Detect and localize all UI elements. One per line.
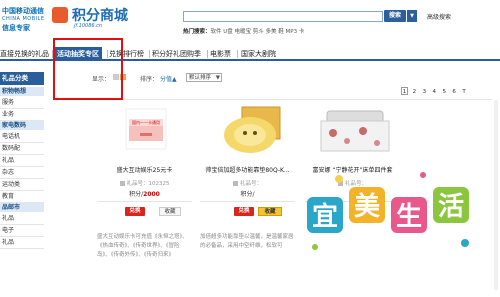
sidebar-item[interactable]: 数码配 — [0, 143, 44, 155]
sort-by-points[interactable]: 分值▲ — [160, 74, 177, 83]
hot-search: 热门搜索：软件 U盘 电暖宝 剪斗 多美 鞋 MP3 卡 — [183, 27, 304, 35]
points-mall-url: jf.10086.cn — [74, 23, 103, 29]
card-text: 国内——卡通用 — [132, 119, 160, 125]
sidebar-item[interactable]: 电话机 — [0, 131, 44, 143]
product-description: 加倍超多功能靠垫以温馨，是温馨家居的必备品，采用中空纤维，松软可 — [200, 234, 294, 249]
exchange-button[interactable]: 兑换 — [125, 207, 145, 216]
nav-item-movie-tickets[interactable]: 电影票 — [210, 47, 231, 61]
page-link[interactable]: 4 — [431, 88, 438, 96]
product-name[interactable]: 帅宝倍加超多功能靠垫80Q-K... — [200, 165, 295, 174]
product-card: 帅宝倍加超多功能靠垫80Q-K... 礼品号： 积分/ 兑换 收藏 加倍超多功能… — [200, 103, 295, 283]
search-button[interactable]: 搜索 — [384, 10, 406, 22]
watermark-char: 活 — [438, 192, 464, 222]
product-code-text: 礼品号：102325 — [126, 181, 170, 187]
nav-divider — [149, 50, 150, 58]
watermark-char: 宜 — [312, 201, 338, 232]
game-card-image[interactable]: 国内——卡通用 — [105, 103, 187, 158]
sidebar-group-title[interactable]: 积物畅想 — [0, 87, 44, 97]
cm-logo-line1: 中国移动通信 — [2, 7, 44, 15]
category-sidebar: 礼品分类 积物畅想 服务 业务 家电数码 电话机 数码配 礼品 杂志 运动类 教… — [0, 72, 44, 297]
nav-item-grand-theatre[interactable]: 国家大剧院 — [241, 47, 276, 61]
product-description: 盛大互动娱乐卡可充值《永恒之塔》、《热血传奇》、《传奇世界》、《冒险岛》、《传奇… — [97, 234, 188, 258]
nav-item-direct-exchange[interactable]: 直接兑换的礼品 — [0, 47, 49, 61]
product-code: 礼品号： — [200, 179, 295, 187]
page-link[interactable]: 1 — [401, 87, 408, 95]
search-input[interactable] — [183, 11, 383, 22]
sidebar-item[interactable]: 礼品 — [0, 237, 44, 249]
nav-divider — [237, 50, 238, 58]
sidebar-item[interactable]: 业务 — [0, 109, 44, 121]
product-price: 积分/ — [200, 189, 295, 198]
points-mall-title: 积分商城 — [72, 8, 128, 24]
page-link[interactable]: 3 — [421, 88, 428, 96]
favorite-button[interactable]: 收藏 — [159, 207, 181, 216]
chevron-down-icon: ▼ — [215, 75, 220, 81]
scrollbar[interactable] — [494, 100, 498, 290]
sort-select-value: 默认排序 — [189, 75, 212, 81]
item-code-icon — [119, 181, 125, 186]
sidebar-item[interactable]: 服务 — [0, 97, 44, 109]
highlight-annotation — [53, 38, 123, 100]
cushion-image[interactable] — [208, 103, 290, 158]
card-divider — [200, 201, 295, 202]
product-price: 积分/2000 — [97, 189, 192, 198]
product-name[interactable]: 盛大互动娱乐25元卡 — [97, 165, 192, 174]
card-divider — [97, 201, 192, 202]
list-divider — [92, 99, 492, 100]
sidebar-item[interactable]: 礼品 — [0, 155, 44, 167]
exchange-button[interactable]: 兑换 — [234, 207, 254, 216]
hot-search-label: 热门搜索： — [183, 29, 211, 35]
nav-divider — [207, 50, 208, 58]
page-next[interactable]: T — [461, 88, 468, 96]
price-prefix: 积分/ — [240, 191, 255, 198]
sidebar-item[interactable]: 电子 — [0, 225, 44, 237]
search-dropdown-icon[interactable]: ▼ — [407, 10, 417, 22]
watermark-char: 生 — [396, 202, 422, 232]
sort-label: 排序： — [140, 76, 159, 83]
sidebar-item[interactable]: 杂志 — [0, 167, 44, 179]
price-value: 2000 — [143, 191, 160, 198]
sidebar-group-title[interactable]: 品邮市 — [0, 203, 44, 213]
product-code: 礼品号：102325 — [97, 179, 192, 187]
pagination: 1 2 3 4 5 6 T — [400, 87, 468, 96]
sort-select[interactable]: 默认排序 ▼ — [186, 73, 222, 82]
list-toolbar: 显示： 排序： 分值▲ 默认排序 ▼ — [92, 73, 492, 83]
sidebar-item[interactable]: 教育 — [0, 191, 44, 203]
product-card: 国内——卡通用 盛大互动娱乐25元卡 礼品号：102325 积分/2000 兑换… — [97, 103, 192, 283]
watermark-logo: 宜 美 生 活 — [307, 172, 469, 250]
product-code-text: 礼品号： — [239, 181, 262, 187]
price-prefix: 积分/ — [129, 191, 144, 198]
sidebar-item[interactable]: 礼品 — [0, 213, 44, 225]
china-mobile-logo[interactable]: 中国移动通信 CHINA MOBILE 信息专家 — [2, 6, 46, 32]
cm-logo-line2: CHINA MOBILE — [2, 16, 45, 22]
favorite-button[interactable]: 收藏 — [258, 207, 282, 216]
hot-search-terms[interactable]: 软件 U盘 电暖宝 剪斗 多美 鞋 MP3 卡 — [211, 29, 305, 35]
points-mall-logo-icon — [52, 7, 68, 23]
bedding-image[interactable] — [313, 103, 395, 158]
sidebar-item[interactable]: 运动类 — [0, 179, 44, 191]
site-header: 中国移动通信 CHINA MOBILE 信息专家 积分商城 jf.10086.c… — [0, 0, 500, 40]
page-link[interactable]: 5 — [441, 88, 448, 96]
advanced-search-link[interactable]: 高级搜索 — [427, 12, 451, 21]
nav-item-group-buy[interactable]: 积分好礼团购季 — [152, 47, 201, 61]
sidebar-head: 礼品分类 — [0, 72, 44, 85]
points-mall-logo[interactable]: 积分商城 jf.10086.cn — [52, 5, 132, 31]
page-link[interactable]: 6 — [451, 88, 458, 96]
item-code-icon — [232, 181, 238, 186]
watermark-char: 美 — [354, 191, 380, 222]
cm-logo-line3: 信息专家 — [2, 24, 30, 32]
sidebar-group-title[interactable]: 家电数码 — [0, 121, 44, 131]
page-link[interactable]: 2 — [411, 88, 418, 96]
